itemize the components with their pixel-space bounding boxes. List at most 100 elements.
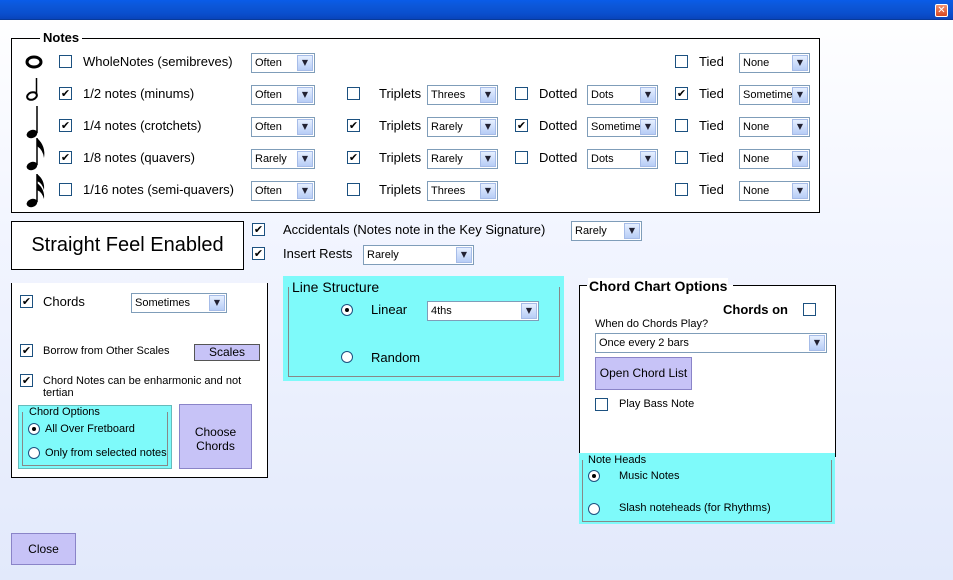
sixteenth-note-icon <box>26 174 45 208</box>
chords-frequency-select[interactable]: Sometimes ▼ <box>131 293 227 313</box>
quarter-notes-checkbox[interactable]: ✔ <box>59 119 72 132</box>
eighth-note-icon <box>26 138 45 171</box>
chevron-down-icon: ▼ <box>297 151 313 167</box>
chevron-down-icon: ▼ <box>792 183 808 199</box>
chevron-down-icon: ▼ <box>209 295 225 311</box>
chevron-down-icon: ▼ <box>297 55 313 71</box>
quarter-note-icon <box>26 106 38 139</box>
quarter-triplets-select[interactable]: Rarely ▼ <box>427 117 498 137</box>
chevron-down-icon: ▼ <box>809 335 825 351</box>
half-dotted-label: Dotted <box>539 86 578 101</box>
chevron-down-icon: ▼ <box>297 87 313 103</box>
eighth-tied-checkbox[interactable] <box>675 151 688 164</box>
quarter-notes-frequency-select[interactable]: Often ▼ <box>251 117 315 137</box>
music-notes-label: Music Notes <box>619 470 680 482</box>
wholenotes-frequency-select[interactable]: Often ▼ <box>251 53 315 73</box>
sixteenth-notes-label: 1/16 notes (semi-quavers) <box>83 182 235 197</box>
note-heads-legend: Note Heads <box>588 454 647 466</box>
sixteenth-notes-frequency-select[interactable]: Often ▼ <box>251 181 315 201</box>
eighth-triplets-select[interactable]: Rarely ▼ <box>427 149 498 169</box>
all-over-fretboard-label: All Over Fretboard <box>45 423 135 435</box>
chevron-down-icon: ▼ <box>640 87 656 103</box>
eighth-tied-select[interactable]: None ▼ <box>739 149 810 169</box>
wholenotes-checkbox[interactable] <box>59 55 72 68</box>
when-chords-play-label: When do Chords Play? <box>595 318 709 330</box>
quarter-tied-checkbox[interactable] <box>675 119 688 132</box>
quarter-dotted-checkbox[interactable]: ✔ <box>515 119 528 132</box>
slash-noteheads-label: Slash noteheads (for Rhythms) <box>619 502 771 514</box>
half-triplets-label: Triplets <box>379 86 422 101</box>
selected-notes-label: Only from selected notes <box>45 447 167 459</box>
close-window-icon[interactable]: ✕ <box>935 4 948 17</box>
quarter-dotted-select[interactable]: Sometime ▼ <box>587 117 658 137</box>
chevron-down-icon: ▼ <box>480 151 496 167</box>
linear-interval-select[interactable]: 4ths ▼ <box>427 301 539 321</box>
notes-legend: Notes <box>40 30 83 45</box>
tied-label: Tied <box>699 54 724 69</box>
sixteenth-notes-checkbox[interactable] <box>59 183 72 196</box>
chords-on-label: Chords on <box>723 302 788 317</box>
linear-radio[interactable] <box>341 304 353 316</box>
half-dotted-select[interactable]: Dots ▼ <box>587 85 658 105</box>
all-over-fretboard-radio[interactable] <box>28 423 40 435</box>
chords-label: Chords <box>43 294 85 309</box>
slash-noteheads-radio[interactable] <box>588 503 600 515</box>
half-notes-checkbox[interactable]: ✔ <box>59 87 72 100</box>
half-tied-select[interactable]: Sometime ▼ <box>739 85 810 105</box>
random-radio[interactable] <box>341 351 353 363</box>
quarter-triplets-checkbox[interactable]: ✔ <box>347 119 360 132</box>
play-bass-checkbox[interactable] <box>595 398 608 411</box>
chords-checkbox[interactable]: ✔ <box>20 295 33 308</box>
accidentals-checkbox[interactable]: ✔ <box>252 223 265 236</box>
wholenotes-tied-checkbox[interactable] <box>675 55 688 68</box>
eighth-notes-checkbox[interactable]: ✔ <box>59 151 72 164</box>
chevron-down-icon: ▼ <box>480 183 496 199</box>
sixteenth-tied-select[interactable]: None ▼ <box>739 181 810 201</box>
insert-rests-select[interactable]: Rarely ▼ <box>363 245 474 265</box>
insert-rests-label: Insert Rests <box>283 246 353 261</box>
insert-rests-checkbox[interactable]: ✔ <box>252 247 265 260</box>
tied-label: Tied <box>699 86 724 101</box>
eighth-notes-frequency-select[interactable]: Rarely ▼ <box>251 149 315 169</box>
tied-label: Tied <box>699 150 724 165</box>
half-dotted-checkbox[interactable] <box>515 87 528 100</box>
sixteenth-tied-checkbox[interactable] <box>675 183 688 196</box>
half-triplets-select[interactable]: Threes ▼ <box>427 85 498 105</box>
eighth-dotted-checkbox[interactable] <box>515 151 528 164</box>
choose-chords-line-1: Choose <box>194 425 237 439</box>
chords-on-checkbox[interactable] <box>803 303 816 316</box>
choose-chords-line-2: Chords <box>196 439 235 453</box>
linear-label: Linear <box>371 302 408 317</box>
tied-label: Tied <box>699 118 724 133</box>
eighth-triplets-label: Triplets <box>379 150 422 165</box>
sixteenth-triplets-select[interactable]: Threes ▼ <box>427 181 498 201</box>
scales-button[interactable]: Scales <box>194 344 260 361</box>
quarter-tied-select[interactable]: None ▼ <box>739 117 810 137</box>
random-label: Random <box>371 350 421 365</box>
tied-label: Tied <box>699 182 724 197</box>
music-notes-radio[interactable] <box>588 470 600 482</box>
eighth-dotted-select[interactable]: Dots ▼ <box>587 149 658 169</box>
half-triplets-checkbox[interactable] <box>347 87 360 100</box>
half-notes-frequency-select[interactable]: Often ▼ <box>251 85 315 105</box>
chevron-down-icon: ▼ <box>792 119 808 135</box>
close-button[interactable]: Close <box>11 533 76 565</box>
open-chord-list-button[interactable]: Open Chord List <box>595 357 692 390</box>
chord-chart-top-border-right <box>733 285 836 286</box>
sixteenth-triplets-checkbox[interactable] <box>347 183 360 196</box>
chevron-down-icon: ▼ <box>792 151 808 167</box>
enharmonic-checkbox[interactable]: ✔ <box>20 374 33 387</box>
quarter-triplets-label: Triplets <box>379 118 422 133</box>
choose-chords-button[interactable]: Choose Chords <box>179 404 252 469</box>
wholenotes-tied-select[interactable]: None ▼ <box>739 53 810 73</box>
eighth-dotted-label: Dotted <box>539 150 578 165</box>
straight-feel-toggle[interactable]: Straight Feel Enabled <box>11 221 244 270</box>
chevron-down-icon: ▼ <box>792 87 808 103</box>
eighth-triplets-checkbox[interactable]: ✔ <box>347 151 360 164</box>
accidentals-select[interactable]: Rarely ▼ <box>571 221 642 241</box>
selected-notes-radio[interactable] <box>28 447 40 459</box>
borrow-scales-checkbox[interactable]: ✔ <box>20 344 33 357</box>
half-tied-checkbox[interactable]: ✔ <box>675 87 688 100</box>
chord-chart-top-border <box>579 285 587 286</box>
when-chords-play-select[interactable]: Once every 2 bars ▼ <box>595 333 827 353</box>
